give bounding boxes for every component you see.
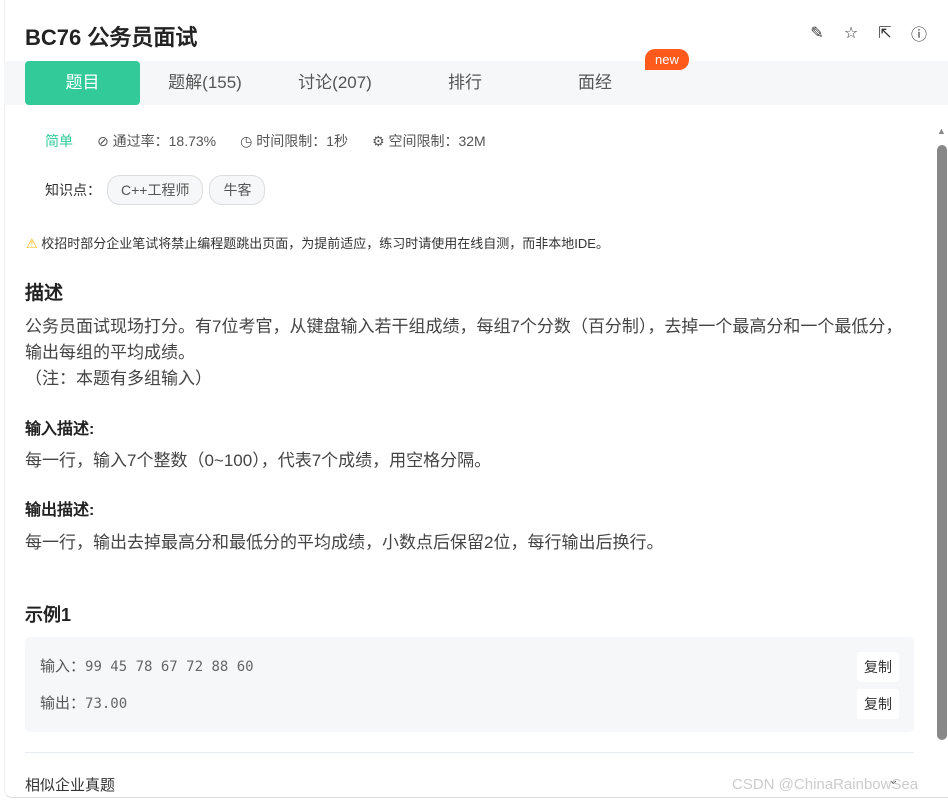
- example-box: 输入：99 45 78 67 72 88 60 复制 输出：73.00 复制: [25, 637, 914, 732]
- tag[interactable]: C++工程师: [107, 175, 203, 205]
- copy-input-button[interactable]: 复制: [857, 652, 899, 682]
- input-label: 输入：: [40, 658, 85, 675]
- tag[interactable]: 牛客: [209, 175, 265, 205]
- example-input: 99 45 78 67 72 88 60: [85, 659, 254, 675]
- tab-ranking[interactable]: 排行: [400, 61, 530, 105]
- external-link-icon[interactable]: ⇱: [876, 24, 894, 42]
- clock-icon: ◷: [240, 133, 256, 149]
- description-heading: 描述: [25, 278, 63, 305]
- scrollbar[interactable]: [937, 145, 947, 740]
- tab-interview[interactable]: 面经: [530, 61, 660, 105]
- description-text: 公务员面试现场打分。有7位考官，从键盘输入若干组成绩，每组7个分数（百分制），去…: [25, 314, 915, 366]
- tab-discussion[interactable]: 讨论(207): [270, 61, 400, 105]
- scroll-up-arrow[interactable]: ▲: [937, 126, 946, 136]
- output-heading: 输出描述:: [25, 496, 94, 520]
- tags-label: 知识点：: [45, 180, 101, 200]
- output-description: 每一行，输出去掉最高分和最低分的平均成绩，小数点后保留2位，每行输出后换行。: [25, 530, 915, 556]
- pass-rate: 通过率：18.73%: [113, 133, 216, 149]
- copy-output-button[interactable]: 复制: [857, 689, 899, 719]
- output-label: 输出：: [40, 695, 85, 712]
- space-limit: 空间限制：32M: [388, 133, 485, 149]
- warning-text: 校招时部分企业笔试将禁止编程题跳出页面，为提前适应，练习时请使用在线自测，而非本…: [41, 236, 609, 251]
- input-heading: 输入描述:: [25, 415, 94, 439]
- similar-questions[interactable]: 相似企业真题: [25, 774, 115, 795]
- tab-bar: 题目 题解(155) 讨论(207) 排行 面经: [4, 61, 948, 105]
- difficulty: 简单: [45, 131, 73, 151]
- edit-icon[interactable]: ✎: [808, 24, 826, 42]
- divider: [25, 752, 914, 753]
- tab-problem[interactable]: 题目: [25, 61, 140, 105]
- new-badge: new: [645, 49, 689, 70]
- check-circle-icon: ⊘: [97, 133, 113, 149]
- warning-icon: ⚠: [26, 236, 38, 251]
- report-icon[interactable]: ⓘ: [910, 24, 928, 42]
- time-limit: 时间限制：1秒: [256, 133, 348, 149]
- watermark: CSDN @ChinaRainbowSea: [732, 776, 918, 793]
- example-heading: 示例1: [25, 601, 71, 627]
- tab-solutions[interactable]: 题解(155): [140, 61, 270, 105]
- page-title: BC76 公务员面试: [25, 20, 197, 52]
- description-note: （注：本题有多组输入）: [25, 366, 915, 392]
- input-description: 每一行，输入7个整数（0~100），代表7个成绩，用空格分隔。: [25, 448, 915, 474]
- example-output: 73.00: [85, 696, 127, 712]
- chip-icon: ⚙: [372, 133, 388, 149]
- star-icon[interactable]: ☆: [842, 24, 860, 42]
